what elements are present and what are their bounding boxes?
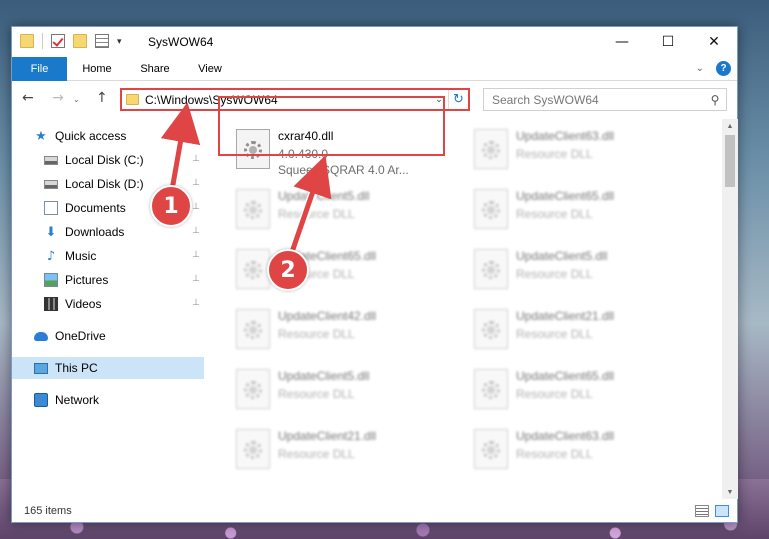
step-1-badge: 1 [150, 185, 192, 227]
annotation-arrows [160, 102, 332, 254]
arrow-2 [289, 155, 332, 253]
step-2-badge: 2 [267, 249, 309, 291]
